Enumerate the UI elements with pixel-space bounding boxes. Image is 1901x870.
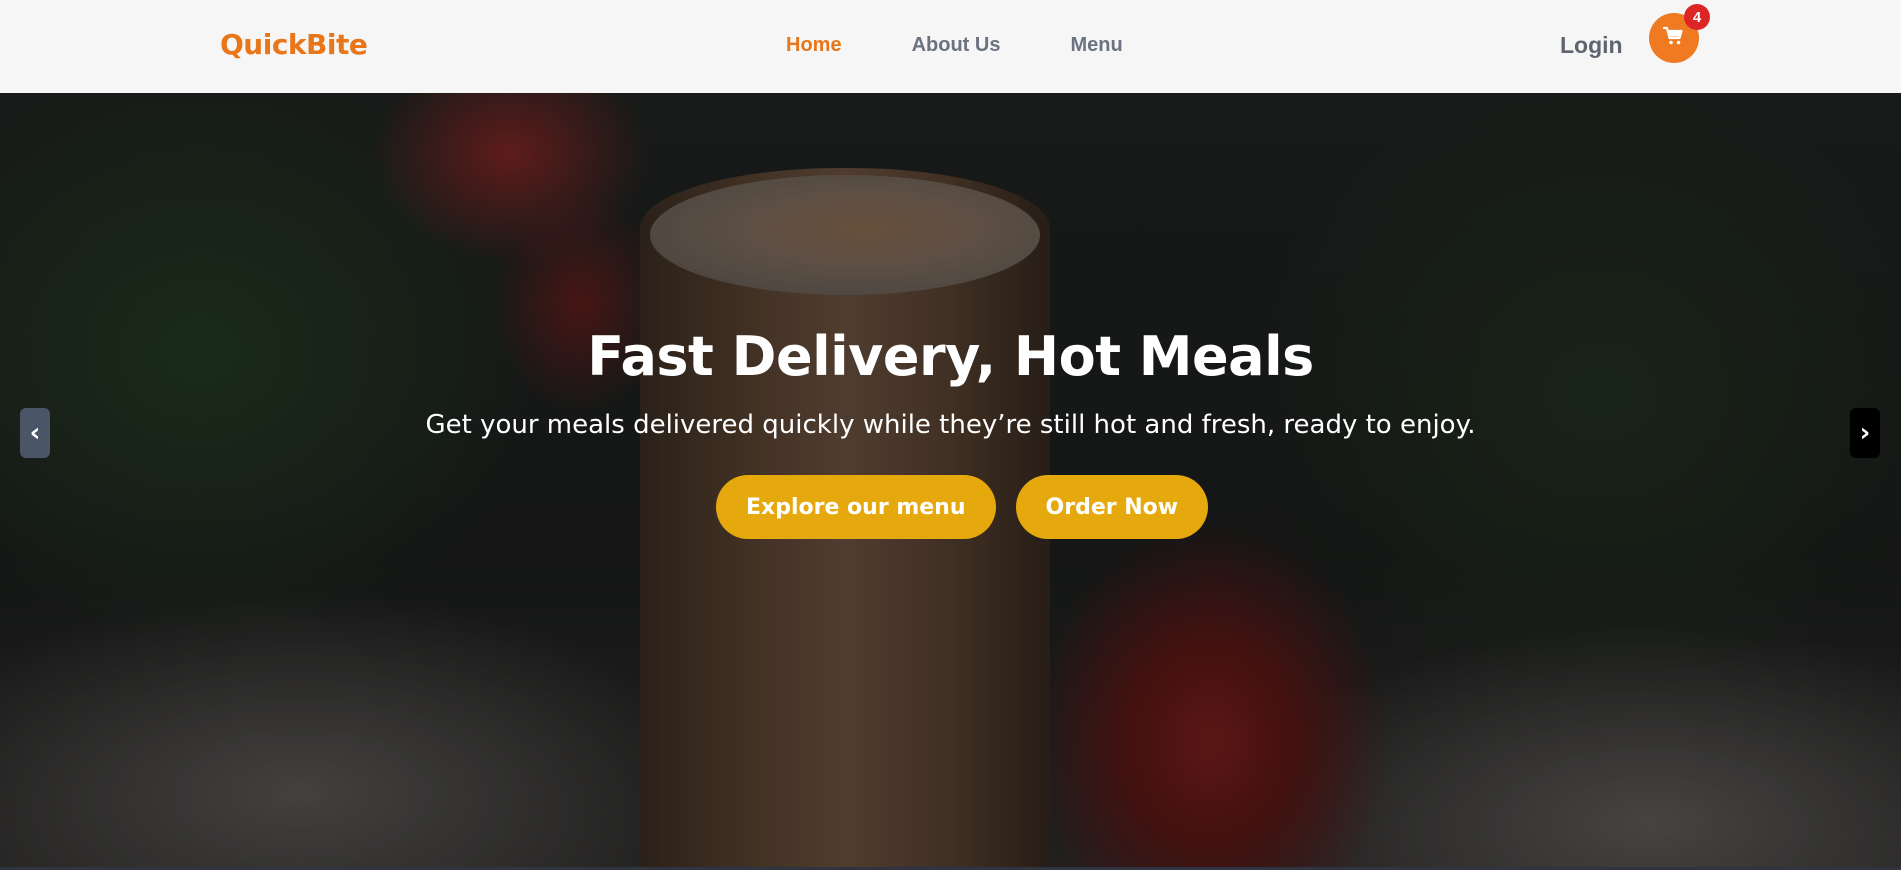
explore-menu-button[interactable]: Explore our menu [716,475,996,539]
main-nav: Home About Us Menu [786,34,1193,57]
shopping-cart-icon [1662,26,1685,51]
hero-cta-row: Explore our menu Order Now [716,475,1209,539]
login-link[interactable]: Login [1560,32,1623,59]
chevron-right-icon: › [1859,418,1871,448]
cart-count-badge: 4 [1684,4,1710,30]
hero-title: Fast Delivery, Hot Meals [587,325,1314,388]
hero-carousel: Fast Delivery, Hot Meals Get your meals … [0,93,1901,870]
site-header: QuickBite Home About Us Menu Login 4 [0,0,1901,93]
hero-content: Fast Delivery, Hot Meals Get your meals … [0,93,1901,870]
carousel-prev-button[interactable]: ‹ [20,408,50,458]
carousel-next-button[interactable]: › [1850,408,1880,458]
nav-link-about-us[interactable]: About Us [912,34,1001,57]
nav-link-home[interactable]: Home [786,34,842,57]
chevron-left-icon: ‹ [29,418,41,448]
nav-link-menu[interactable]: Menu [1070,34,1122,57]
hero-subtitle: Get your meals delivered quickly while t… [425,410,1476,440]
order-now-button[interactable]: Order Now [1015,475,1209,539]
brand-logo[interactable]: QuickBite [220,28,368,61]
